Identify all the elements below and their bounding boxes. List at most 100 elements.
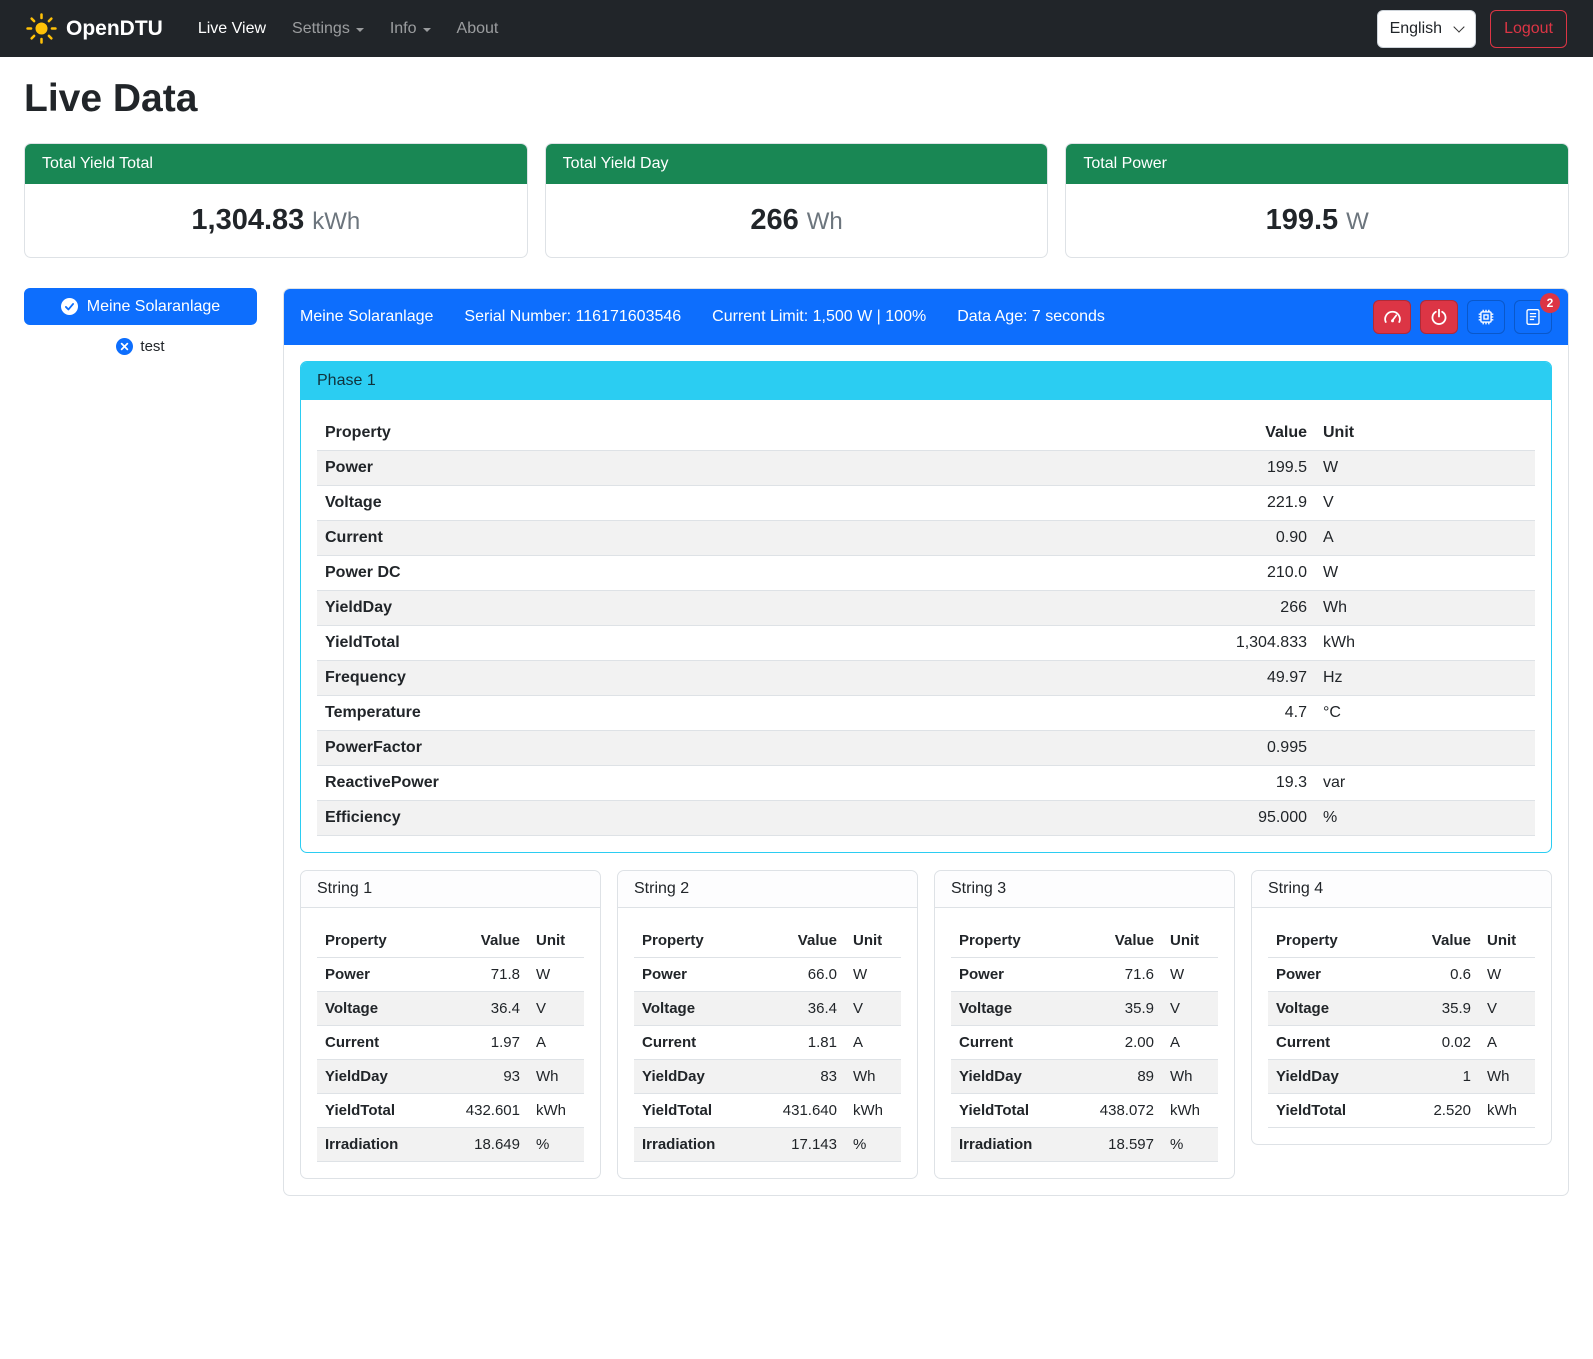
unit-cell: W <box>1162 958 1218 992</box>
string-cards: String 1 Property Value Unit <box>300 870 1552 1179</box>
column-header-value: Value <box>458 924 528 958</box>
value-cell: 89 <box>1092 1060 1162 1094</box>
unit-cell: kWh <box>1162 1094 1218 1128</box>
summary-card-title: Total Yield Total <box>25 144 527 184</box>
device-info-button[interactable] <box>1467 300 1505 334</box>
property-cell: Current <box>317 521 1175 556</box>
inverter-sidebar: Meine Solaranlage test <box>24 288 257 355</box>
table-row: Voltage 35.9 V <box>1268 992 1535 1026</box>
table-row: Irradiation 18.597 % <box>951 1128 1218 1162</box>
property-cell: YieldTotal <box>1268 1094 1415 1128</box>
brand-label: OpenDTU <box>66 17 163 41</box>
value-cell: 431.640 <box>775 1094 845 1128</box>
nav-item-label: Info <box>390 20 417 38</box>
inverter-select-label: Meine Solaranlage <box>87 298 220 316</box>
nav-item-info[interactable]: Info <box>377 12 444 46</box>
string-table: Property Value Unit Power <box>951 924 1218 1162</box>
unit-cell: Wh <box>1162 1060 1218 1094</box>
summary-card-value: 1,304.83 <box>191 204 304 236</box>
string-card-4: String 4 Property Value Unit <box>1251 870 1552 1145</box>
table-row: Current 1.81 A <box>634 1026 901 1060</box>
phase-card-title: Phase 1 <box>301 362 1551 400</box>
brand[interactable]: OpenDTU <box>26 13 163 44</box>
property-cell: ReactivePower <box>317 766 1175 801</box>
string-card-title: String 1 <box>301 871 600 908</box>
chevron-down-icon <box>1453 21 1464 32</box>
value-cell: 95.000 <box>1175 801 1315 836</box>
property-cell: Power <box>951 958 1092 992</box>
gauge-icon <box>1383 308 1402 327</box>
x-circle-icon <box>116 338 133 355</box>
nav-item-settings[interactable]: Settings <box>279 12 377 46</box>
property-cell: Voltage <box>634 992 775 1026</box>
unit-cell: W <box>1479 958 1535 992</box>
unit-cell: % <box>1315 801 1535 836</box>
sun-icon <box>26 13 57 44</box>
value-cell: 438.072 <box>1092 1094 1162 1128</box>
column-header-unit: Unit <box>1479 924 1535 958</box>
string-card-3: String 3 Property Value Unit <box>934 870 1235 1179</box>
unit-cell: kWh <box>528 1094 584 1128</box>
string-table: Property Value Unit Power <box>634 924 901 1162</box>
property-cell: PowerFactor <box>317 731 1175 766</box>
property-cell: Irradiation <box>634 1128 775 1162</box>
table-row: Power 71.6 W <box>951 958 1218 992</box>
value-cell: 1,304.833 <box>1175 626 1315 661</box>
unit-cell: % <box>845 1128 901 1162</box>
column-header-property: Property <box>951 924 1092 958</box>
property-cell: Voltage <box>317 486 1175 521</box>
value-cell: 49.97 <box>1175 661 1315 696</box>
inverter-serial: Serial Number: 116171603546 <box>464 308 681 326</box>
value-cell: 71.6 <box>1092 958 1162 992</box>
unit-cell: V <box>1479 992 1535 1026</box>
table-row: Current 1.97 A <box>317 1026 584 1060</box>
property-cell: Voltage <box>951 992 1092 1026</box>
unit-cell: kWh <box>1479 1094 1535 1128</box>
summary-card-unit: W <box>1346 208 1369 235</box>
limit-settings-button[interactable] <box>1373 300 1411 334</box>
value-cell: 1.97 <box>458 1026 528 1060</box>
value-cell: 66.0 <box>775 958 845 992</box>
table-row: Temperature 4.7 °C <box>317 696 1535 731</box>
inverter-action-buttons: 2 <box>1373 300 1552 334</box>
property-cell: Voltage <box>317 992 458 1026</box>
unit-cell: A <box>1479 1026 1535 1060</box>
unit-cell: A <box>1162 1026 1218 1060</box>
table-row: Voltage 35.9 V <box>951 992 1218 1026</box>
language-select[interactable]: English <box>1377 10 1476 48</box>
value-cell: 18.597 <box>1092 1128 1162 1162</box>
table-row: YieldTotal 438.072 kWh <box>951 1094 1218 1128</box>
nav-item-about[interactable]: About <box>444 12 512 46</box>
property-cell: Irradiation <box>951 1128 1092 1162</box>
event-log-button[interactable]: 2 <box>1514 300 1552 334</box>
value-cell: 266 <box>1175 591 1315 626</box>
logout-button[interactable]: Logout <box>1490 10 1567 48</box>
summary-card-total-power: Total Power 199.5W <box>1065 143 1569 258</box>
navbar: OpenDTU Live View Settings Info About En… <box>0 0 1593 57</box>
string-card-2: String 2 Property Value Unit <box>617 870 918 1179</box>
property-cell: YieldTotal <box>634 1094 775 1128</box>
table-row: YieldDay 266 Wh <box>317 591 1535 626</box>
value-cell: 36.4 <box>775 992 845 1026</box>
nav-item-live-view[interactable]: Live View <box>185 12 279 46</box>
power-button[interactable] <box>1420 300 1458 334</box>
property-cell: YieldDay <box>317 1060 458 1094</box>
table-row: YieldTotal 2.520 kWh <box>1268 1094 1535 1128</box>
property-cell: Current <box>1268 1026 1415 1060</box>
table-row: Current 2.00 A <box>951 1026 1218 1060</box>
unit-cell: Hz <box>1315 661 1535 696</box>
sidebar-item-test[interactable]: test <box>24 338 257 355</box>
table-row: YieldDay 83 Wh <box>634 1060 901 1094</box>
main-row: Meine Solaranlage test Meine Solaranlage… <box>24 288 1569 1196</box>
table-row: YieldTotal 431.640 kWh <box>634 1094 901 1128</box>
inverter-select-button[interactable]: Meine Solaranlage <box>24 288 257 325</box>
value-cell: 2.00 <box>1092 1026 1162 1060</box>
summary-card-title: Total Yield Day <box>546 144 1048 184</box>
column-header-value: Value <box>1092 924 1162 958</box>
unit-cell: W <box>845 958 901 992</box>
table-row: Efficiency 95.000 % <box>317 801 1535 836</box>
property-cell: Irradiation <box>317 1128 458 1162</box>
summary-card-total-yield-day: Total Yield Day 266Wh <box>545 143 1049 258</box>
property-cell: YieldTotal <box>951 1094 1092 1128</box>
page-content: Live Data Total Yield Total 1,304.83kWh … <box>0 57 1593 1224</box>
